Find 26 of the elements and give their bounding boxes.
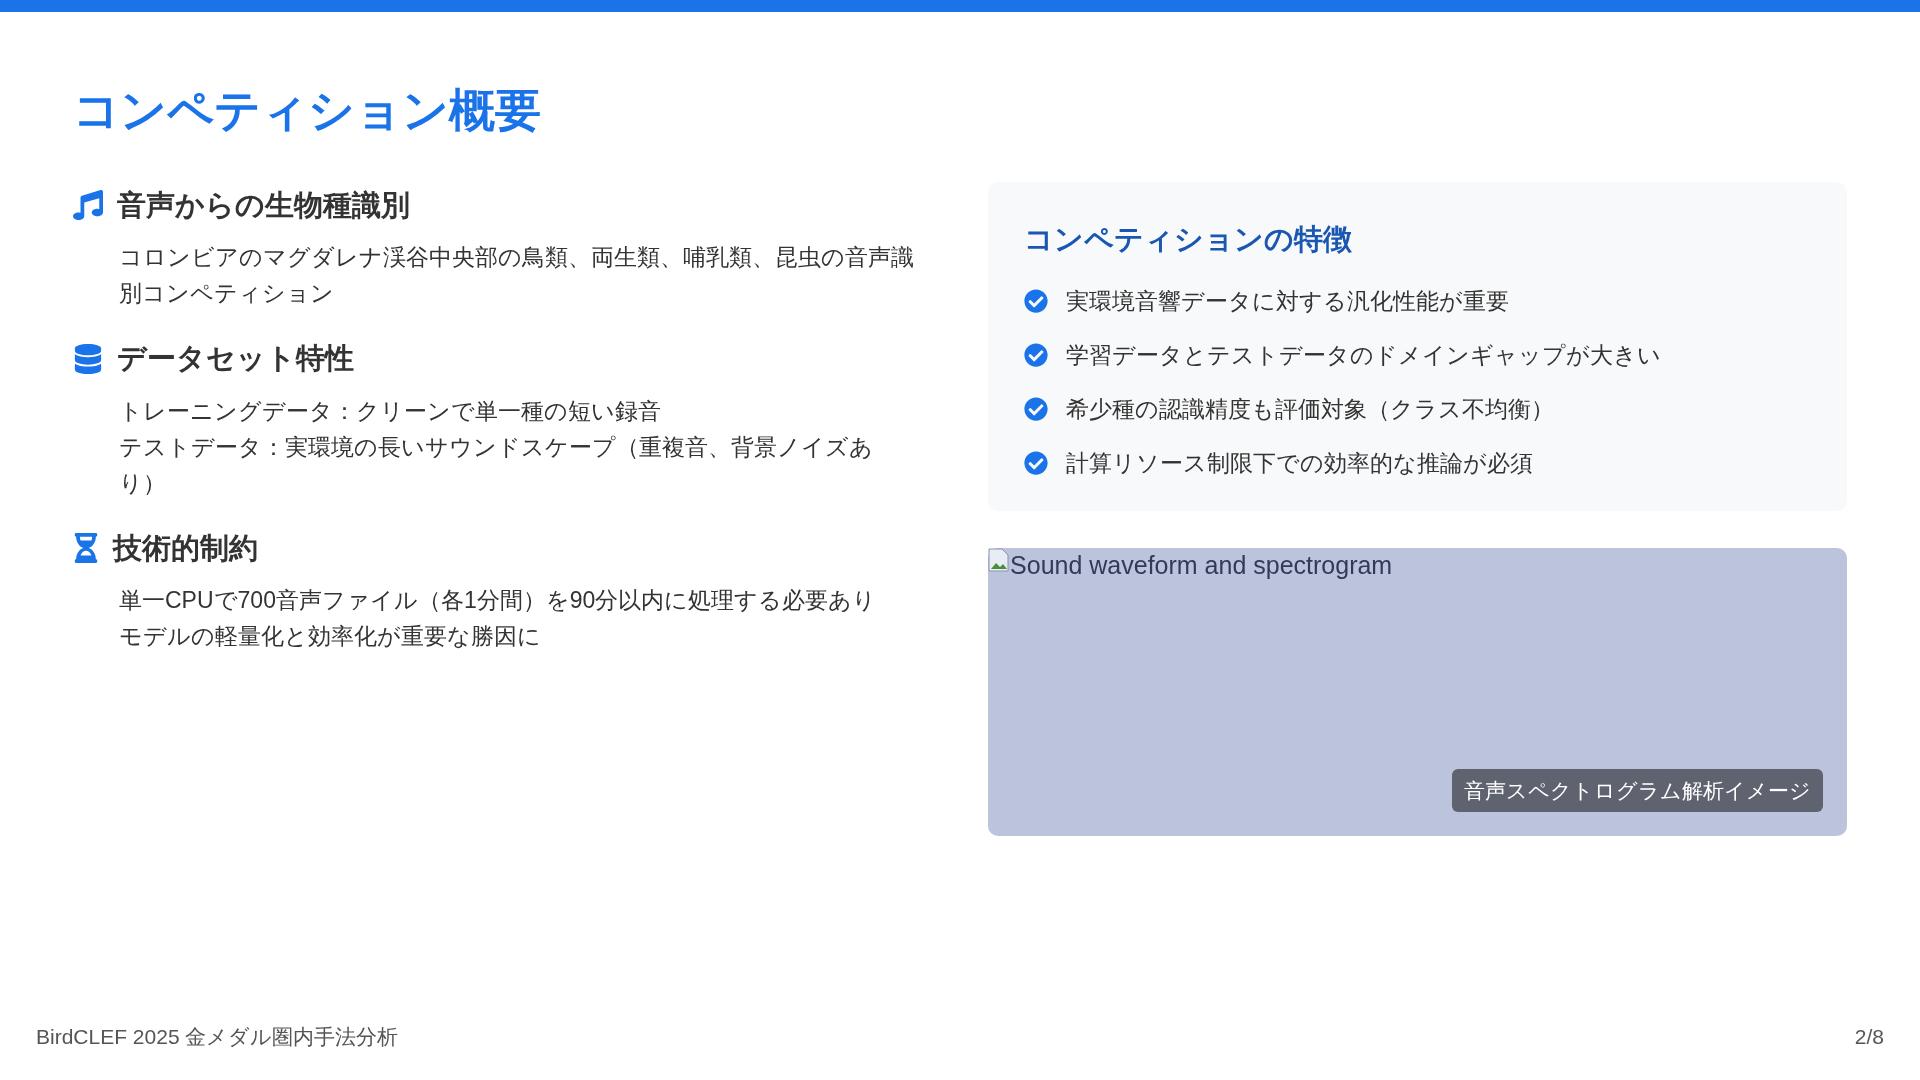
section-heading: 技術的制約: [113, 530, 258, 566]
footer-text: BirdCLEF 2025 金メダル圏内手法分析: [36, 1023, 399, 1050]
feature-text: 希少種の認識精度も評価対象（クラス不均衡）: [1066, 395, 1555, 424]
card-title: コンペティションの特徴: [1024, 221, 1353, 257]
section-text: トレーニングデータ：クリーンで単一種の短い録音: [119, 396, 662, 426]
image-alt-text: Sound waveform and spectrogram: [1010, 550, 1393, 580]
broken-image-icon: [988, 548, 1011, 572]
feature-text: 実環境音響データに対する汎化性能が重要: [1066, 287, 1510, 316]
slide-title: コンペティション概要: [73, 83, 541, 138]
section-heading: 音声からの生物種識別: [117, 187, 410, 223]
section-heading: データセット特性: [117, 341, 354, 376]
check-icon: [1024, 451, 1049, 475]
section-text: コロンビアのマグダレナ渓谷中央部の鳥類、両生類、哺乳類、昆虫の音声識別コンペティション: [119, 243, 915, 308]
check-icon: [1024, 397, 1049, 421]
feature-text: 学習データとテストデータのドメインギャップが大きい: [1066, 341, 1662, 370]
section-text: テストデータ：実環境の長いサウンドスケープ（重複音、背景ノイズあり）: [119, 432, 874, 498]
section-text: 単一CPUで700音声ファイル（各1分間）を90分以内に処理する必要あり: [119, 586, 878, 615]
section-text: モデルの軽量化と効率化が重要な勝因に: [119, 622, 542, 651]
music-note-icon: [73, 190, 103, 221]
check-icon: [1024, 289, 1049, 313]
hourglass-icon: [73, 533, 99, 564]
database-icon: [73, 343, 103, 374]
image-caption: 音声スペクトログラム解析イメージ: [1452, 768, 1823, 812]
feature-text: 計算リソース制限下での効率的な推論が必須: [1066, 449, 1534, 478]
check-icon: [1024, 343, 1049, 367]
page-number: 2/8: [1854, 1023, 1884, 1050]
